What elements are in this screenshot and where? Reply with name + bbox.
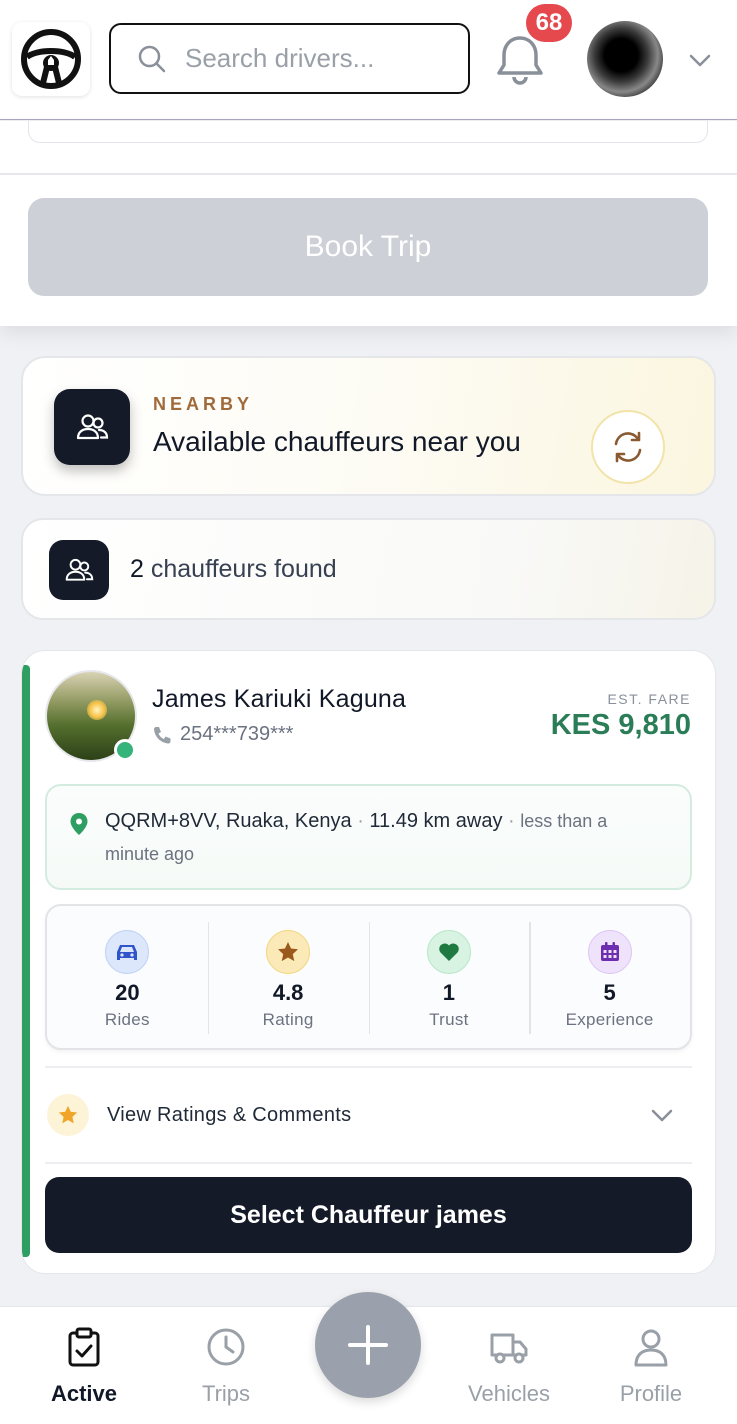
clock-icon <box>207 1328 245 1366</box>
nav-label: Profile <box>619 1381 683 1406</box>
user-avatar[interactable] <box>587 21 663 97</box>
results-label: chauffeurs found <box>150 555 337 583</box>
nearby-title: Available chauffeurs near you <box>153 426 521 457</box>
location-line: QQRM+8VV, Ruaka, Kenya · 11.49 km away ·… <box>105 810 607 833</box>
chevron-down-icon[interactable] <box>688 48 712 72</box>
results-count: 2 <box>130 555 144 583</box>
online-status-dot <box>114 739 136 761</box>
divider <box>0 173 737 175</box>
user-icon <box>634 1329 668 1367</box>
driver-name: James Kariuki Kaguna <box>152 685 407 713</box>
steering-wheel-icon <box>21 29 81 89</box>
app-logo[interactable] <box>12 22 90 96</box>
users-icon <box>76 414 109 440</box>
results-count-text: 2 chauffeurs found <box>130 555 337 584</box>
driver-stats: 20 Rides 4.8 Rating 1 Trust 5 Experience <box>45 904 692 1050</box>
stat-experience: 5 Experience <box>529 906 690 1048</box>
booking-form-card <box>28 121 708 143</box>
view-ratings-toggle[interactable]: View Ratings & Comments <box>45 1067 692 1163</box>
heart-icon <box>426 930 471 974</box>
stat-label: Rides <box>104 1010 150 1029</box>
view-ratings-label: View Ratings & Comments <box>107 1103 352 1126</box>
nearby-header-card: NEARBY Available chauffeurs near you <box>21 356 716 496</box>
driver-phone: 254***739*** <box>152 723 293 746</box>
notification-count-badge: 68 <box>526 4 572 42</box>
stat-label: Rating <box>262 1010 314 1029</box>
last-seen-continued: minute ago <box>105 844 195 864</box>
app-header: 68 <box>0 0 737 120</box>
stat-rides: 20 Rides <box>47 906 208 1048</box>
stat-value: 5 <box>603 980 616 1005</box>
stat-label: Trust <box>429 1010 469 1029</box>
phone-icon <box>154 726 171 743</box>
stat-trust: 1 Trust <box>368 906 530 1048</box>
booking-panel: Book Trip <box>0 121 737 326</box>
calendar-icon <box>587 930 632 974</box>
nearby-kicker: NEARBY <box>153 394 254 414</box>
car-icon <box>105 930 150 974</box>
users-icon-tile <box>49 540 109 600</box>
nav-label: Trips <box>201 1381 251 1406</box>
photo-sun <box>87 700 107 720</box>
location-separator: · <box>508 810 515 832</box>
nav-item-trips[interactable]: Trips <box>166 1327 286 1407</box>
fare-label: EST. FARE <box>607 691 691 707</box>
nav-item-active[interactable]: Active <box>24 1327 144 1407</box>
nav-label: Active <box>50 1381 118 1406</box>
stat-value: 20 <box>115 980 140 1005</box>
last-seen: less than a <box>520 811 608 831</box>
map-pin-icon <box>70 813 88 835</box>
divider <box>45 1162 692 1164</box>
search-icon <box>138 45 166 72</box>
book-trip-button[interactable]: Book Trip <box>28 198 708 296</box>
results-summary-card: 2 chauffeurs found <box>21 518 716 620</box>
location-distance: 11.49 km away <box>369 810 503 832</box>
driver-phone-number: 254***739*** <box>180 723 294 745</box>
location-box: QQRM+8VV, Ruaka, Kenya · 11.49 km away ·… <box>45 784 692 890</box>
star-icon <box>266 930 311 974</box>
nav-label: Vehicles <box>468 1381 550 1406</box>
nav-item-vehicles[interactable]: Vehicles <box>449 1327 569 1407</box>
search-input[interactable] <box>185 43 445 74</box>
plus-icon <box>348 1325 388 1365</box>
star-icon <box>47 1094 89 1136</box>
select-chauffeur-button[interactable]: Select Chauffeur james <box>45 1177 692 1253</box>
location-address: QQRM+8VV, Ruaka, Kenya <box>105 810 352 832</box>
nav-item-profile[interactable]: Profile <box>591 1327 711 1407</box>
users-icon <box>65 558 94 581</box>
clipboard-check-icon <box>68 1327 100 1367</box>
users-icon-tile <box>54 389 130 465</box>
driver-card: James Kariuki Kaguna 254***739*** EST. F… <box>21 650 716 1274</box>
chevron-down-icon <box>651 1109 673 1122</box>
add-trip-button[interactable] <box>315 1292 421 1398</box>
stat-rating: 4.8 Rating <box>207 906 369 1048</box>
stat-value: 1 <box>442 980 455 1005</box>
location-separator: · <box>357 810 364 832</box>
truck-icon <box>490 1333 528 1364</box>
stat-label: Experience <box>565 1010 654 1029</box>
card-accent-bar <box>22 665 30 1257</box>
refresh-icon <box>614 431 642 463</box>
search-box[interactable] <box>109 23 470 94</box>
refresh-button[interactable] <box>591 410 665 484</box>
stat-value: 4.8 <box>272 980 304 1005</box>
fare-value: KES 9,810 <box>550 709 691 741</box>
